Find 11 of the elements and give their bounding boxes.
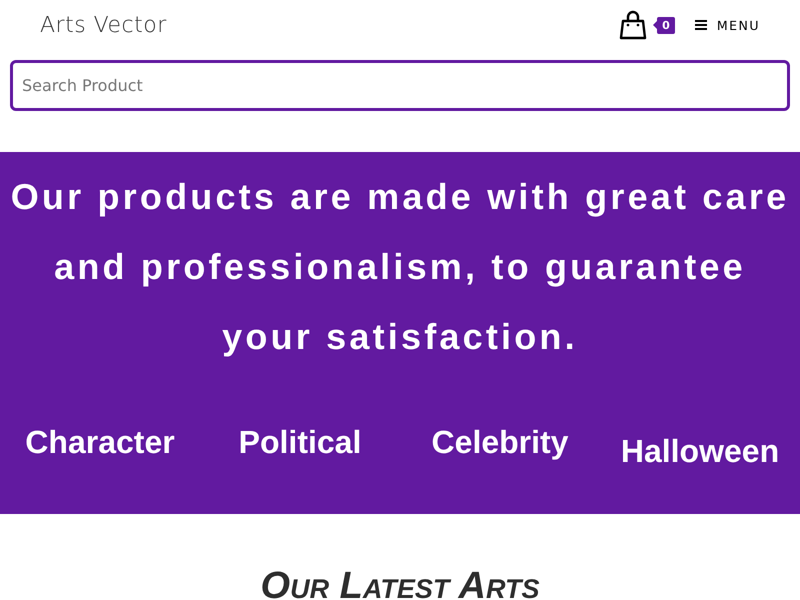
search-field[interactable]: Search Product	[10, 60, 790, 111]
category-link[interactable]: Halloween	[620, 431, 780, 471]
hero-heading: Our products are made with great care and professionalism, to guarantee your satisfaction.	[10, 175, 790, 359]
category-link[interactable]: Celebrity	[432, 422, 568, 471]
menu-icon	[694, 20, 707, 30]
section-title: Our Latest Arts	[260, 566, 540, 600]
category-link[interactable]: Character	[25, 422, 175, 471]
shopping-bag-icon[interactable]	[619, 10, 648, 40]
site-logo[interactable]: Arts Vector	[40, 12, 167, 38]
category-link[interactable]: Political	[238, 422, 362, 471]
menu-button[interactable]: MENU	[694, 18, 760, 32]
